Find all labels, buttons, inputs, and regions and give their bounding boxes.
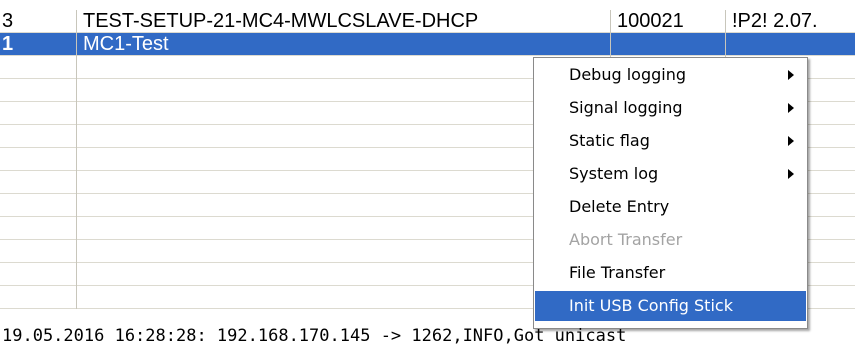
table-cell-col1 [76, 148, 610, 171]
submenu-arrow-icon [788, 169, 794, 179]
menu-item-system-log[interactable]: System log [535, 159, 806, 189]
menu-item-file-transfer[interactable]: File Transfer [535, 258, 806, 288]
menu-item-label: Delete Entry [569, 197, 670, 216]
menu-item-debug-logging[interactable]: Debug logging [535, 60, 806, 90]
table-cell-col0 [0, 217, 76, 240]
table-row[interactable]: 1 MC1-Test [0, 33, 855, 56]
table-cell-col0: 3 [2, 10, 14, 32]
submenu-arrow-icon [788, 70, 794, 80]
table-cell-col0 [0, 148, 76, 171]
table-cell-col2: 100021 [610, 10, 725, 33]
table-cell-col0: 1 [2, 33, 14, 55]
table-cell-col1 [76, 240, 610, 263]
menu-item-static-flag[interactable]: Static flag [535, 126, 806, 156]
menu-item-label: Init USB Config Stick [569, 296, 733, 315]
menu-item-abort-transfer: Abort Transfer [535, 225, 806, 255]
table-cell-col1 [76, 79, 610, 102]
submenu-arrow-icon [788, 136, 794, 146]
table-cell-col1 [76, 125, 610, 148]
menu-item-label: System log [569, 164, 659, 183]
table-cell-col1 [76, 102, 610, 125]
table-cell-col1 [76, 194, 610, 217]
menu-item-label: Static flag [569, 131, 650, 150]
table-cell-col0 [0, 194, 76, 217]
table-cell-col0 [0, 79, 76, 102]
table-cell-col1 [76, 286, 610, 309]
table-cell-col1: MC1-Test [76, 33, 610, 56]
table-cell-col0 [0, 125, 76, 148]
table-cell-col1 [76, 56, 610, 79]
menu-item-label: Debug logging [569, 65, 686, 84]
table-cell-col0 [0, 102, 76, 125]
table-cell-col0 [0, 240, 76, 263]
table-cell-col1 [76, 263, 610, 286]
log-line: 19.05.2016 16:28:28: 192.168.170.145 -> … [2, 326, 627, 346]
menu-item-signal-logging[interactable]: Signal logging [535, 93, 806, 123]
table-cell-col0 [0, 56, 76, 79]
table-row[interactable]: 3 TEST-SETUP-21-MC4-MWLCSLAVE-DHCP 100021!… [0, 10, 855, 33]
context-menu: Debug logging Signal logging Static flag Sy… [533, 57, 808, 329]
table-cell-col0 [0, 263, 76, 286]
table-cell-col0 [0, 171, 76, 194]
menu-item-label: Abort Transfer [569, 230, 683, 249]
menu-item-delete-entry[interactable]: Delete Entry [535, 192, 806, 222]
table-cell-col2 [610, 33, 725, 56]
table-cell-col3 [725, 33, 855, 56]
table-cell-col1: TEST-SETUP-21-MC4-MWLCSLAVE-DHCP [76, 10, 610, 33]
table-cell-col3: !P2! 2.07. [725, 10, 855, 33]
menu-item-init-usb-config-stick[interactable]: Init USB Config Stick [535, 291, 806, 321]
menu-item-label: File Transfer [569, 263, 666, 282]
table-cell-col1 [76, 217, 610, 240]
table-cell-col1 [76, 171, 610, 194]
menu-item-label: Signal logging [569, 98, 683, 117]
submenu-arrow-icon [788, 103, 794, 113]
table-cell-col0 [0, 286, 76, 309]
